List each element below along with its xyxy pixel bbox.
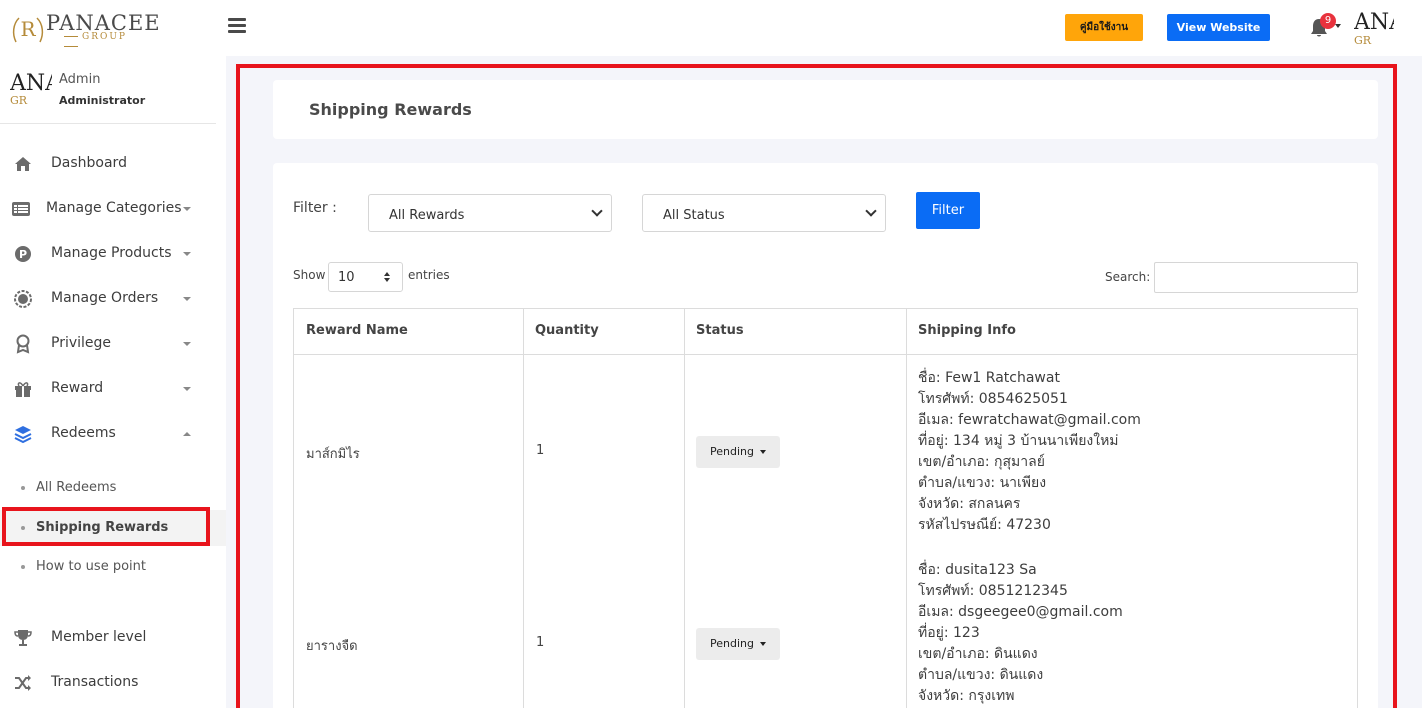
sidebar-item-member-level[interactable]: Member level [0, 618, 216, 658]
panacee-logo[interactable]: R PANACEE GROUP [10, 10, 160, 46]
chevron-down-icon [183, 207, 191, 211]
sidebar-item-label: Privilege [51, 335, 112, 351]
sidebar: ANA GR Admin Administrator Dashboard Man… [0, 56, 226, 708]
sidebar-item-label: Redeems [51, 425, 116, 441]
svg-text:R: R [20, 17, 36, 41]
sidebar-item-manage-categories[interactable]: Manage Categories [0, 189, 216, 229]
sidebar-item-transactions[interactable]: Transactions [0, 663, 216, 703]
highlight-box [236, 64, 1397, 708]
sidebar-item-label: Manage Products [51, 245, 172, 261]
sidebar-item-manage-products[interactable]: P Manage Products [0, 234, 216, 274]
hamburger-menu-icon[interactable] [228, 18, 246, 34]
sidebar-item-label: Reward [51, 380, 104, 396]
sidebar-profile: ANA GR Admin Administrator [0, 56, 216, 124]
avatar-subtext: GR [1354, 34, 1372, 47]
bullet-icon [21, 486, 25, 490]
svg-text:P: P [19, 248, 27, 261]
brand-group: GROUP [60, 32, 142, 52]
sidebar-item-reward[interactable]: Reward [0, 369, 216, 409]
highlight-box [2, 507, 210, 546]
sidebar-subitem-all-redeems[interactable]: All Redeems [0, 470, 226, 506]
sidebar-item-redeems[interactable]: Redeems [0, 414, 216, 454]
gift-icon [15, 382, 31, 397]
sidebar-subitem-how-to-use-point[interactable]: How to use point [0, 549, 226, 585]
chevron-up-icon [183, 432, 191, 436]
top-bar: R PANACEE GROUP คู่มือใช้งาน View Websit… [0, 0, 1422, 56]
bullet-icon [21, 565, 25, 569]
product-p-icon: P [15, 246, 31, 262]
profile-role: Administrator [59, 94, 146, 107]
profile-name: Admin [59, 72, 101, 87]
sidebar-subitem-label: All Redeems [36, 480, 117, 495]
user-avatar[interactable]: ANA GR [1354, 10, 1394, 48]
chevron-down-icon[interactable] [1335, 24, 1341, 28]
gear-badge-icon [14, 290, 32, 308]
sidebar-item-label: Manage Orders [51, 290, 159, 306]
trophy-icon [14, 630, 32, 646]
view-website-button[interactable]: View Website [1167, 14, 1270, 41]
shuffle-icon [15, 675, 31, 691]
sidebar-item-label: Transactions [51, 674, 139, 690]
sidebar-item-manage-orders[interactable]: Manage Orders [0, 279, 216, 319]
avatar: ANA GR [10, 72, 52, 108]
sidebar-item-privilege[interactable]: Privilege [0, 324, 216, 364]
chevron-down-icon [183, 252, 191, 256]
sidebar-item-label: Manage Categories [46, 200, 182, 216]
sidebar-item-label: Dashboard [51, 155, 127, 171]
notification-badge: 9 [1320, 13, 1336, 29]
home-icon [15, 157, 31, 171]
award-icon [16, 334, 30, 354]
chevron-down-icon [183, 297, 191, 301]
sidebar-item-label: Member level [51, 629, 147, 645]
sidebar-item-dashboard[interactable]: Dashboard [0, 144, 216, 184]
manual-button[interactable]: คู่มือใช้งาน [1065, 14, 1143, 41]
chevron-down-icon [183, 387, 191, 391]
avatar-subtext: GR [10, 94, 28, 107]
avatar-text: ANA [10, 72, 52, 96]
monogram-icon: R [12, 17, 44, 43]
list-icon [12, 202, 30, 216]
sidebar-subitem-label: How to use point [36, 559, 146, 574]
avatar-text: ANA [1354, 10, 1394, 35]
chevron-down-icon [183, 342, 191, 346]
layers-icon [14, 426, 32, 444]
